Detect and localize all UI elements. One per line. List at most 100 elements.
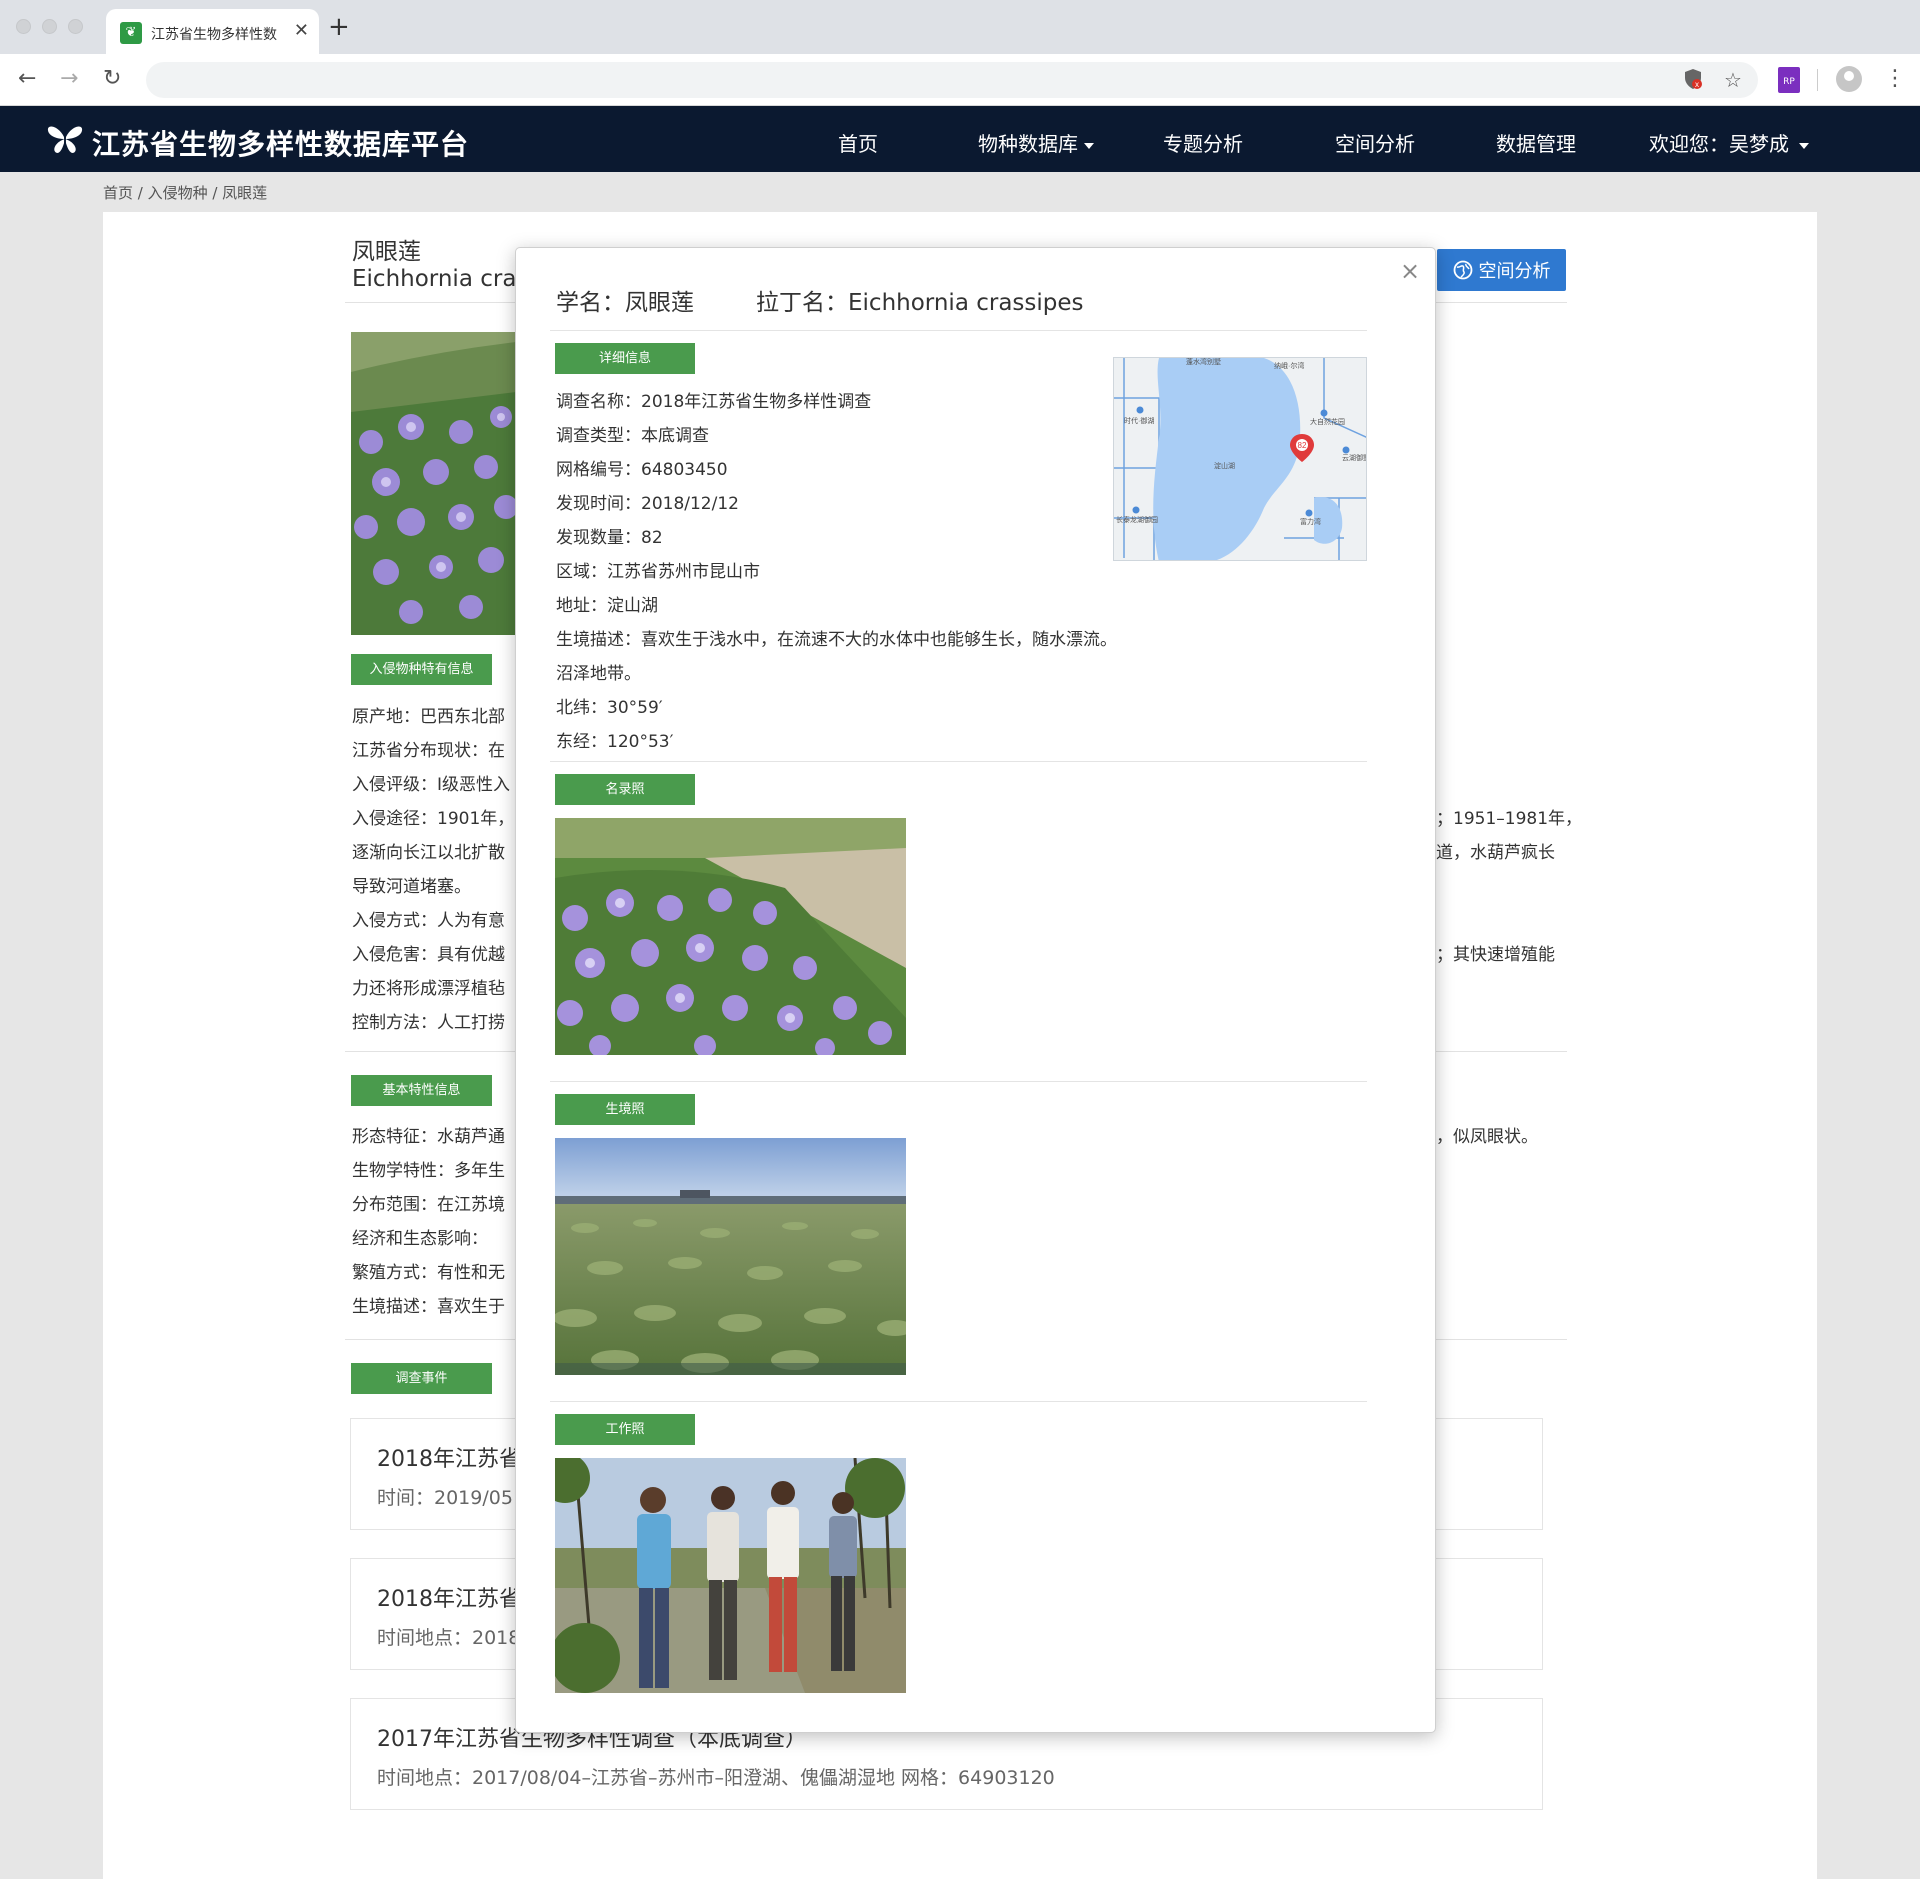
location-map[interactable]: 蓬水湾别墅 纳峨·尔湾 时代·御湖 大自然花园 云湖御墅 长泰龙湖御园 富力湾 … xyxy=(1113,357,1367,561)
invasive-line: 力还将形成漂浮植毡 xyxy=(352,979,505,999)
nav-data-management[interactable]: 数据管理 xyxy=(1496,128,1576,157)
event-meta: 时间：2019/05 xyxy=(377,1487,513,1509)
site-logo-text[interactable]: 江苏省生物多样性数据库平台 xyxy=(92,123,469,163)
habitat-photo[interactable] xyxy=(555,1138,906,1375)
detail-line: 网格编号：64803450 xyxy=(556,460,728,480)
map-marker-count: 82 xyxy=(1298,441,1307,450)
detail-line: 发现时间：2018/12/12 xyxy=(556,494,739,514)
nav-species-db-label: 物种数据库 xyxy=(978,132,1078,156)
caret-down-icon xyxy=(1084,142,1094,149)
map-label: 长泰龙湖御园 xyxy=(1116,515,1158,524)
nav-spatial-analysis[interactable]: 空间分析 xyxy=(1335,128,1415,157)
invasive-fragment: 道，水葫芦疯长 xyxy=(1436,843,1555,863)
window-zoom-dot[interactable] xyxy=(68,19,83,34)
map-label: 蓬水湾别墅 xyxy=(1186,358,1221,366)
habitat-photo-tag: 生境照 xyxy=(555,1094,695,1125)
shield-blocked-icon[interactable]: x xyxy=(1683,68,1703,95)
toolbar-divider xyxy=(1817,69,1818,91)
detail-line: 沼泽地带。 xyxy=(556,664,641,684)
nav-species-db[interactable]: 物种数据库 xyxy=(978,128,1094,157)
events-tag: 调查事件 xyxy=(351,1363,492,1394)
detail-line: 东经：120°53′ xyxy=(556,732,674,752)
detail-info-tag: 详细信息 xyxy=(555,343,695,374)
invasive-line: 逐渐向长江以北扩散 xyxy=(352,843,505,863)
detail-line: 调查名称：2018年江苏省生物多样性调查 xyxy=(556,392,872,412)
svg-text:x: x xyxy=(1695,80,1699,89)
basic-line: 经济和生态影响： xyxy=(352,1229,488,1249)
spatial-analysis-label: 空间分析 xyxy=(1478,261,1551,282)
basic-line: 生物学特性：多年生 xyxy=(352,1161,505,1181)
event-title: 2018年江苏省 xyxy=(377,1447,521,1472)
species-main-photo[interactable] xyxy=(351,332,516,635)
basic-line: 分布范围：在江苏境 xyxy=(352,1195,505,1215)
back-icon[interactable]: ← xyxy=(18,66,36,92)
event-title: 2018年江苏省 xyxy=(377,1587,521,1612)
species-latin-name: Eichhornia cras xyxy=(352,266,529,292)
basic-line: 繁殖方式：有性和无 xyxy=(352,1263,505,1283)
spatial-analysis-button[interactable]: 空间分析 xyxy=(1437,249,1566,291)
nav-user-menu[interactable]: 欢迎您：吴梦成 xyxy=(1649,128,1809,157)
welcome-user-label: 欢迎您：吴梦成 xyxy=(1649,132,1789,156)
species-name: 凤眼莲 xyxy=(352,239,421,265)
window-minimize-dot[interactable] xyxy=(42,19,57,34)
map-label: 大自然花园 xyxy=(1310,417,1345,426)
basic-fragment: ，似凤眼状。 xyxy=(1436,1127,1538,1147)
invasive-line: 原产地：巴西东北部 xyxy=(352,707,505,727)
map-label: 纳峨·尔湾 xyxy=(1274,361,1304,370)
invasive-line: 入侵方式：人为有意 xyxy=(352,911,505,931)
map-label: 富力湾 xyxy=(1300,517,1321,526)
caret-down-icon xyxy=(1799,142,1809,149)
modal-close-icon[interactable]: × xyxy=(1400,257,1420,285)
globe-icon xyxy=(1453,260,1472,280)
invasive-line: 导致河道堵塞。 xyxy=(352,877,471,897)
kebab-menu-icon[interactable]: ⋮ xyxy=(1884,65,1906,93)
tab-close-icon[interactable]: ✕ xyxy=(294,20,309,41)
nav-home[interactable]: 首页 xyxy=(838,128,878,157)
event-meta: 时间地点：2018 xyxy=(377,1627,521,1649)
map-label: 时代·御湖 xyxy=(1124,416,1154,425)
profile-avatar-icon[interactable] xyxy=(1836,66,1862,92)
map-label: 淀山湖 xyxy=(1214,461,1235,470)
invasive-info-tag: 入侵物种特有信息 xyxy=(351,654,492,685)
browser-tab-strip: ❦ 江苏省生物多样性数 ✕ + xyxy=(0,0,1920,54)
browser-tab[interactable]: ❦ 江苏省生物多样性数 ✕ xyxy=(106,9,319,54)
invasive-fragment: ；其快速增殖能 xyxy=(1436,945,1555,965)
detail-line: 调查类型：本底调查 xyxy=(556,426,709,446)
event-meta: 时间地点：2017/08/04–江苏省–苏州市–阳澄湖、傀儡湖湿地 网格：649… xyxy=(377,1767,1055,1789)
extension-rp-icon[interactable]: RP xyxy=(1778,67,1800,93)
catalog-photo[interactable] xyxy=(555,818,906,1055)
invasive-line: 江苏省分布现状：在 xyxy=(352,741,505,761)
detail-line: 生境描述：喜欢生于浅水中，在流速不大的水体中也能够生长，随水漂流。 xyxy=(556,630,1117,650)
tab-title: 江苏省生物多样性数 xyxy=(151,27,277,43)
detail-line: 地址：淀山湖 xyxy=(556,596,658,616)
butterfly-favicon-icon: ❦ xyxy=(120,22,142,44)
new-tab-button[interactable]: + xyxy=(328,14,350,40)
modal-divider xyxy=(550,1401,1367,1402)
modal-scientific-name: 学名：凤眼莲 xyxy=(556,290,694,316)
invasive-line: 控制方法：人工打捞 xyxy=(352,1013,505,1033)
browser-toolbar: ← → ↻ x ☆ RP ⋮ xyxy=(0,54,1920,106)
basic-line: 形态特征：水葫芦通 xyxy=(352,1127,505,1147)
modal-divider xyxy=(550,330,1367,331)
catalog-photo-tag: 名录照 xyxy=(555,774,695,805)
detail-line: 发现数量：82 xyxy=(556,528,663,548)
invasive-line: 入侵危害：具有优越 xyxy=(352,945,505,965)
butterfly-logo-icon xyxy=(47,126,83,153)
invasive-line: 入侵途径：1901年， xyxy=(352,809,515,829)
nav-topic-analysis[interactable]: 专题分析 xyxy=(1163,128,1243,157)
invasive-fragment: ；1951–1981年， xyxy=(1436,809,1583,829)
modal-divider xyxy=(550,761,1367,762)
bookmark-star-icon[interactable]: ☆ xyxy=(1724,68,1742,92)
forward-icon[interactable]: → xyxy=(60,66,78,92)
detail-line: 区域：江苏省苏州市昆山市 xyxy=(556,562,760,582)
modal-latin-name: 拉丁名：Eichhornia crassipes xyxy=(756,290,1084,316)
site-navbar: 江苏省生物多样性数据库平台 首页 物种数据库 专题分析 空间分析 数据管理 欢迎… xyxy=(0,106,1920,172)
window-close-dot[interactable] xyxy=(16,19,31,34)
address-bar[interactable]: x ☆ xyxy=(146,62,1758,98)
detail-line: 北纬：30°59′ xyxy=(556,698,663,718)
breadcrumb[interactable]: 首页 / 入侵物种 / 凤眼莲 xyxy=(103,182,267,203)
work-photo[interactable] xyxy=(555,1458,906,1693)
map-label: 云湖御墅 xyxy=(1342,453,1367,462)
reload-icon[interactable]: ↻ xyxy=(103,66,121,92)
work-photo-tag: 工作照 xyxy=(555,1414,695,1445)
